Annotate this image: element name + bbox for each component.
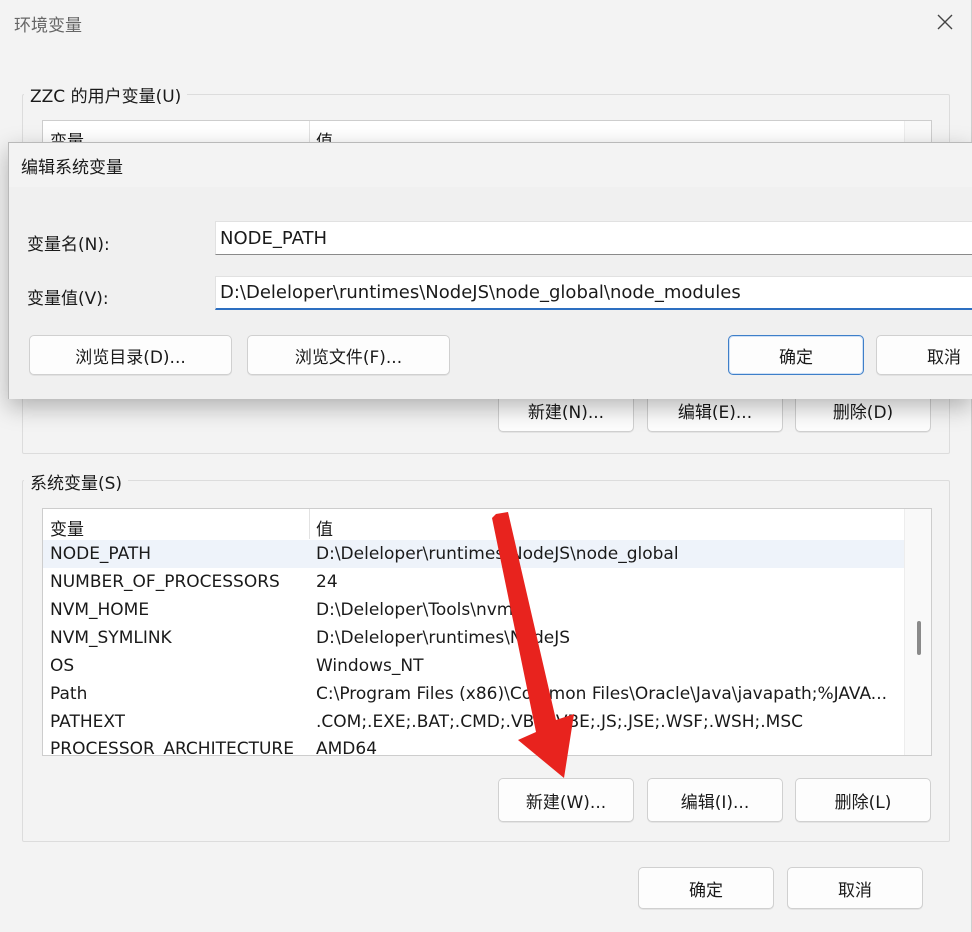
variable-value: 24 [316, 572, 338, 592]
variable-name: NVM_HOME [50, 600, 150, 620]
variable-value: D:\Deleloper\runtimes\NodeJS [316, 628, 571, 648]
variable-name: PROCESSOR_ARCHITECTURE [50, 739, 294, 756]
cancel-button[interactable]: 取消 [787, 867, 923, 909]
system-delete-button[interactable]: 删除(L) [795, 778, 931, 822]
table-row[interactable]: OS Windows_NT [43, 652, 904, 680]
variable-value: D:\Deleloper\Tools\nvm [316, 600, 514, 620]
dialog-cancel-button[interactable]: 取消 [876, 335, 972, 375]
variable-name-label: 变量名(N): [27, 235, 110, 255]
variable-name: NVM_SYMLINK [50, 628, 172, 648]
dialog-titlebar: 编辑系统变量 [9, 143, 972, 187]
variable-value: AMD64 [316, 739, 378, 756]
variable-value: Windows_NT [316, 656, 424, 676]
table-row[interactable]: NODE_PATH D:\Deleloper\runtimes\NodeJS\n… [43, 540, 904, 568]
system-new-button[interactable]: 新建(W)... [498, 778, 634, 822]
variable-name: Path [50, 684, 88, 704]
ok-button[interactable]: 确定 [638, 867, 774, 909]
dialog-body: 变量名(N): 变量值(V): 浏览目录(D)... 浏览文件(F)... 确定… [9, 187, 972, 399]
variable-value: D:\Deleloper\runtimes\NodeJS\node_global [316, 544, 679, 564]
variable-value-label: 变量值(V): [27, 289, 109, 309]
column-header-name[interactable]: 变量 [50, 515, 84, 540]
dialog-ok-button[interactable]: 确定 [728, 335, 864, 375]
window-titlebar: 环境变量 [0, 0, 972, 44]
table-row[interactable]: NVM_SYMLINK D:\Deleloper\runtimes\NodeJS [43, 624, 904, 652]
variable-name: OS [50, 656, 75, 676]
table-row[interactable]: NVM_HOME D:\Deleloper\Tools\nvm [43, 596, 904, 624]
system-variables-group-label: 系统变量(S) [24, 469, 129, 494]
table-row[interactable]: NUMBER_OF_PROCESSORS 24 [43, 568, 904, 596]
close-icon [937, 14, 953, 30]
user-variables-group-label: ZZC 的用户变量(U) [24, 82, 188, 107]
browse-directory-button[interactable]: 浏览目录(D)... [29, 335, 232, 375]
system-variables-scrollbar[interactable] [904, 509, 931, 755]
table-row[interactable]: Path C:\Program Files (x86)\Common Files… [43, 680, 904, 708]
variable-name: NUMBER_OF_PROCESSORS [50, 572, 280, 592]
variable-value-input[interactable] [215, 276, 972, 310]
variable-value: C:\Program Files (x86)\Common Files\Orac… [316, 684, 888, 704]
table-row[interactable]: PROCESSOR_ARCHITECTURE AMD64 [43, 735, 904, 756]
scrollbar-thumb[interactable] [917, 621, 921, 655]
browse-file-button[interactable]: 浏览文件(F)... [247, 335, 450, 375]
edit-system-variable-dialog: 编辑系统变量 变量名(N): 变量值(V): 浏览目录(D)... 浏览文件(F… [8, 142, 972, 399]
column-header-value[interactable]: 值 [316, 515, 333, 540]
variable-value: .COM;.EXE;.BAT;.CMD;.VBS;.VBE;.JS;.JSE;.… [316, 712, 804, 732]
table-row[interactable]: PATHEXT .COM;.EXE;.BAT;.CMD;.VBS;.VBE;.J… [43, 708, 904, 736]
dialog-title: 编辑系统变量 [21, 158, 123, 178]
system-edit-button[interactable]: 编辑(I)... [647, 778, 783, 822]
system-variables-header: 变量 值 [43, 509, 931, 540]
variable-name: PATHEXT [50, 712, 126, 732]
variable-name-input[interactable] [215, 221, 972, 255]
environment-variables-window: 环境变量 ZZC 的用户变量(U) 变量 值 新建(N)... 编辑(E)...… [0, 0, 972, 932]
system-variables-list[interactable]: 变量 值 NODE_PATH D:\Deleloper\runtimes\Nod… [42, 508, 932, 756]
window-title: 环境变量 [14, 16, 82, 36]
close-button[interactable] [928, 6, 962, 38]
variable-name: NODE_PATH [50, 544, 152, 564]
